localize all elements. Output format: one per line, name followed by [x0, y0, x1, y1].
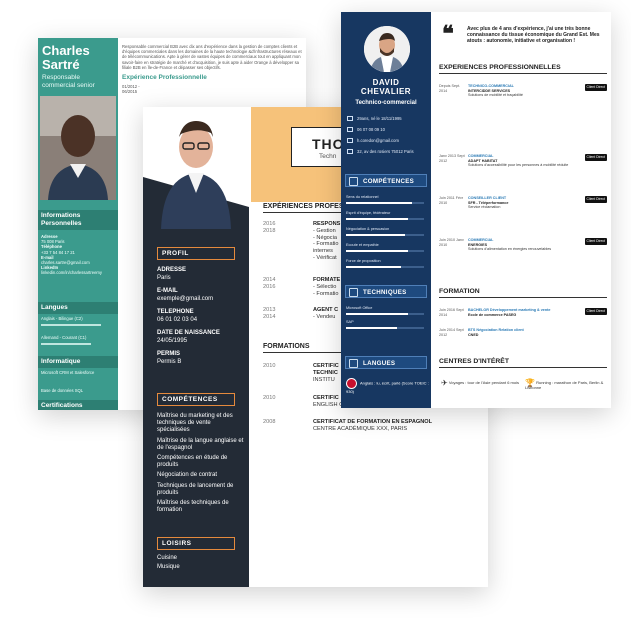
cv-role: Technico-commercial	[355, 100, 417, 106]
cv-role: Responsable commercial senior	[42, 74, 95, 89]
formation-item: Juin 2016 Sept 2014 BACHELOR Développeme…	[439, 308, 607, 317]
skill-label: Négociation & persuasion	[346, 227, 390, 231]
profile-photo	[364, 26, 410, 72]
profile-photo	[40, 96, 116, 200]
section-interets: CENTRES D'INTÉRÊT	[439, 358, 607, 368]
cv-main: Responsable commercial B2B avec dix ans …	[122, 44, 302, 94]
uk-flag-icon	[346, 378, 357, 389]
cv-quote: Avec plus de 4 ans d'expérience, j'ai un…	[467, 26, 600, 45]
profile-photo	[143, 107, 249, 229]
interet-item: 🏆 Running : marathon de Paris, Berlin & …	[525, 378, 604, 391]
skill-bar	[346, 234, 424, 236]
contact-address: 32, av des rosiers 75012 Paris	[347, 149, 431, 155]
client-badge: Client Direct	[584, 154, 607, 161]
client-badge: Client Direct	[584, 84, 607, 91]
profile-fields: ADRESSE Paris E-MAIL exemple@gmail.com TEL…	[157, 267, 220, 365]
tech-label: Microsoft Office	[346, 306, 373, 310]
contact-phone: 06 07 08 09 10	[347, 127, 431, 133]
loisir-item: Musique	[157, 564, 180, 571]
competence-item: Maîtrise du marketing et des techniques …	[157, 413, 233, 434]
competence-item: Maîtrise des techniques de formation	[157, 500, 229, 514]
skill-bar	[346, 266, 424, 268]
info-list: Adresse 75 008 Paris Téléphone +33 7 54 84…	[41, 234, 102, 276]
client-badge: Client Direct	[584, 308, 607, 315]
home-icon	[347, 149, 353, 155]
interet-item: ✈ Voyages : tour de l'Asie pendant 6 moi…	[441, 378, 519, 388]
competence-item: Négociation de contrat	[157, 472, 218, 479]
competence-item: Techniques de lancement de produits	[157, 482, 234, 496]
cv-sidebar: DAVID CHEVALIER Technico-commercial 29an…	[341, 12, 431, 408]
tech-bar	[346, 313, 424, 315]
skill-bar	[346, 202, 424, 204]
section-techniques: TECHNIQUES	[345, 285, 427, 298]
competence-item: Compétences en étude de produits	[157, 455, 228, 469]
loisir-item: Cuisine	[157, 555, 178, 561]
skill-label: Esprit d'équipe, fédérateur	[346, 211, 391, 215]
chart-icon	[349, 177, 358, 186]
tech-label: SAP	[346, 320, 354, 324]
section-loisirs: LOISIRS	[157, 537, 235, 550]
competences-list: Maîtrise du marketing et des techniques …	[157, 413, 245, 517]
cv-templates-showcase: Charles Sartré Responsable commercial se…	[0, 0, 631, 638]
airplane-icon: ✈	[441, 378, 448, 388]
section-competences: COMPÉTENCES	[157, 393, 235, 406]
competence-item: Maîtrise de la langue anglaise et de l'e…	[157, 437, 244, 451]
langue-item: Allemand - Courant (C1)	[41, 335, 87, 340]
skill-label: Ecoute et empathie	[346, 243, 379, 247]
experience-item: Juin 2011 Févr 2010 CONSEILLER CLIENT SFR…	[439, 196, 607, 210]
informatique-item: Microsoft CRM et Salesforce	[41, 370, 95, 375]
chat-icon	[349, 359, 358, 368]
cv-sidebar: Charles Sartré Responsable commercial se…	[38, 38, 118, 410]
skill-bar	[346, 250, 424, 252]
mail-icon	[347, 138, 353, 144]
formation-item: Juin 2014 Sept 2012 BTS Négociation Rela…	[439, 328, 524, 337]
langue-item: Anglais - Bilingue (C2)	[41, 316, 83, 321]
skill-label: Sens du relationnel	[346, 195, 379, 199]
section-experience: Expérience Professionnelle	[122, 74, 207, 82]
client-badge: Client Direct	[584, 196, 607, 203]
quote-icon: ❝	[442, 21, 454, 47]
section-info: Informations Personnelles	[38, 210, 118, 230]
phone-icon	[347, 127, 353, 133]
informatique-item: Base de données SQL	[41, 388, 84, 393]
cv-preview-david-chevalier[interactable]: DAVID CHEVALIER Technico-commercial 29an…	[341, 12, 611, 408]
skill-bar	[346, 218, 424, 220]
formation-item: 2008 CERTIFICAT DE FORMATION EN ESPAGNOL…	[263, 419, 433, 432]
experience-item: Juin 2010 Janv 2010 COMMERCIAL ENERGIES So…	[439, 238, 607, 252]
section-informatique: Informatique	[38, 356, 118, 368]
cv-intro: Responsable commercial B2B avec dix ans …	[122, 44, 302, 70]
section-experiences: EXPERIENCES PROFESSIONNELLES	[439, 64, 607, 74]
experience-item: Janv 2013 Sept 2012 COMMERCIAL ADAPT HABI…	[439, 154, 607, 168]
tech-bar	[346, 327, 424, 329]
section-profil: PROFIL	[157, 247, 235, 260]
date-item: 06/2015	[122, 89, 138, 95]
langue-bar	[41, 324, 101, 326]
section-competences: COMPÉTENCES	[345, 174, 427, 187]
loisirs-list: Cuisine Musique	[157, 555, 245, 574]
contact-email: h.coredon@gmail.com	[347, 138, 431, 144]
skill-label: Force de proposition	[346, 259, 381, 263]
experience-item: Depuis Sept. 2014 TECHNICO-COMMERCIAL INT…	[439, 84, 607, 98]
cv-name: DAVID CHEVALIER	[360, 78, 412, 96]
language-item: Anglais : lu, écrit, parlé (Score TOEIC …	[346, 378, 430, 394]
langue-bar	[41, 343, 91, 345]
client-badge: Client Direct	[584, 238, 607, 245]
section-certifications: Certifications	[38, 400, 118, 410]
section-formation: FORMATION	[439, 288, 607, 298]
contact-age: 29ans, né le 18/11/1995	[347, 116, 431, 122]
section-langues: LANGUES	[345, 356, 427, 369]
section-langues: Langues	[38, 302, 118, 314]
lightbulb-icon	[349, 288, 358, 297]
calendar-icon	[347, 116, 353, 122]
cv-name: Charles Sartré	[42, 43, 90, 72]
cv-subtitle: Techn	[319, 153, 337, 160]
